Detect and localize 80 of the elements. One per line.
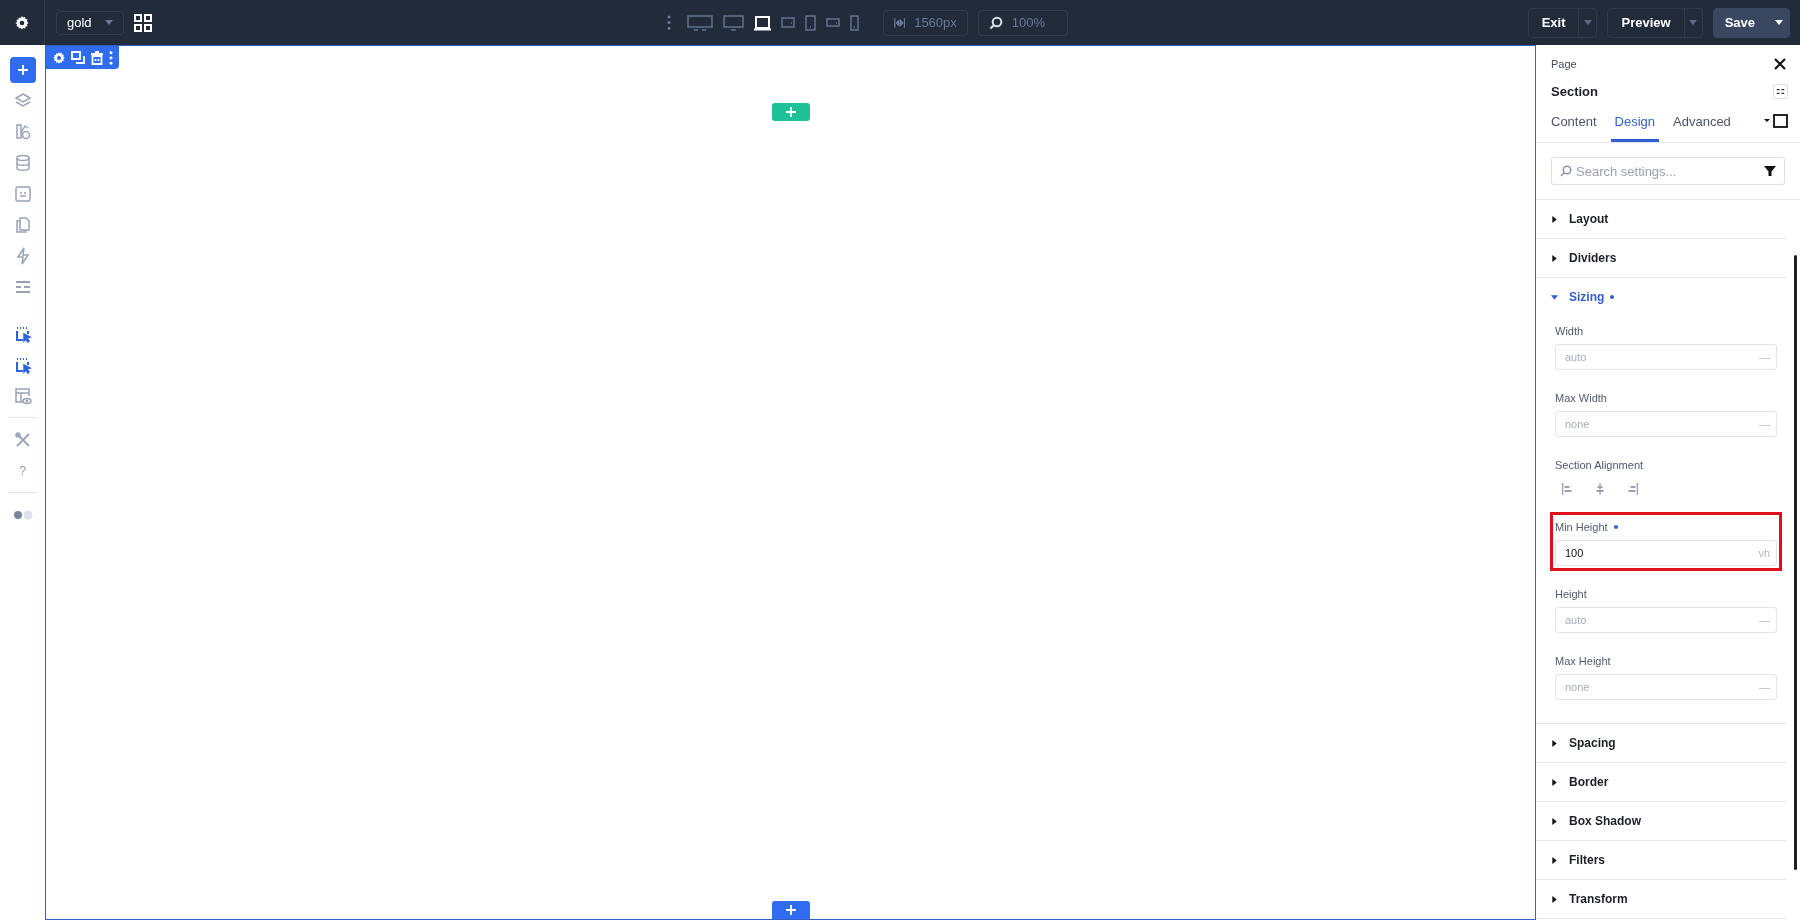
- breadcrumb[interactable]: Page: [1551, 58, 1577, 70]
- phone-icon[interactable]: [849, 14, 859, 31]
- layout-eye-icon[interactable]: [13, 386, 32, 405]
- search-icon: [988, 15, 1003, 30]
- caret-icon: [1583, 20, 1592, 25]
- filter-icon[interactable]: [1764, 165, 1776, 177]
- pages-icon[interactable]: [13, 215, 32, 234]
- duplicate-icon[interactable]: [71, 50, 85, 65]
- caret-icon: [1551, 778, 1558, 786]
- caret-icon: [1551, 856, 1558, 864]
- responsive-icon[interactable]: [1764, 114, 1788, 128]
- group-title: Spacing: [1569, 736, 1616, 750]
- input-field[interactable]: 100 vh: [1555, 540, 1777, 566]
- field-label: Min Height: [1555, 521, 1608, 533]
- tablet-landscape-icon[interactable]: [780, 14, 795, 31]
- trash-icon[interactable]: [90, 50, 104, 65]
- caret-icon: [1551, 739, 1558, 747]
- panel-tab[interactable]: Advanced: [1673, 108, 1731, 142]
- settings-group-toggle[interactable]: Box Shadow: [1536, 802, 1786, 840]
- laptop-icon[interactable]: [753, 14, 771, 31]
- group-title: Border: [1569, 775, 1609, 789]
- field-label: Max Width: [1555, 392, 1607, 404]
- theme-select[interactable]: gold: [56, 10, 124, 35]
- caret-icon: [1551, 215, 1558, 223]
- align-center-icon[interactable]: [1594, 483, 1606, 495]
- caret-icon: [1551, 895, 1558, 903]
- pointer-select-icon[interactable]: [13, 355, 32, 374]
- settings-group-toggle[interactable]: Transform: [1536, 880, 1786, 918]
- presets-icon[interactable]: [1773, 84, 1788, 99]
- panel-tab[interactable]: Content: [1551, 108, 1597, 142]
- caret-icon: [1551, 254, 1558, 262]
- field-label: Width: [1555, 325, 1584, 337]
- field-label: Section Alignment: [1555, 459, 1644, 471]
- database-icon[interactable]: [13, 153, 32, 172]
- add-button[interactable]: [9, 56, 36, 83]
- tablet-icon[interactable]: [804, 14, 816, 31]
- search-icon: [1560, 165, 1572, 177]
- caret-icon: [105, 20, 113, 25]
- caret-icon: [1551, 293, 1558, 301]
- field-label: Height: [1555, 588, 1587, 600]
- group-title: Box Shadow: [1569, 814, 1641, 828]
- group-title: Layout: [1569, 212, 1609, 226]
- wide-monitor-icon[interactable]: [686, 14, 713, 31]
- settings-group-toggle[interactable]: Layout: [1536, 200, 1786, 238]
- close-icon[interactable]: [1774, 58, 1786, 70]
- settings-group-toggle[interactable]: Spacing: [1536, 724, 1786, 762]
- layers-icon[interactable]: [13, 91, 32, 110]
- group-title: Transform: [1569, 892, 1628, 906]
- align-left-icon[interactable]: [1562, 483, 1574, 495]
- tools-icon[interactable]: [13, 430, 32, 449]
- settings-group-toggle[interactable]: Filters: [1536, 841, 1786, 879]
- settings-group-toggle[interactable]: Dividers: [1536, 239, 1786, 277]
- caret-icon: [1551, 817, 1558, 825]
- more-icon[interactable]: [666, 15, 671, 30]
- panel-title: Section: [1551, 84, 1598, 99]
- settings-icon[interactable]: [14, 14, 30, 31]
- settings-group-toggle[interactable]: Sizing: [1536, 278, 1786, 316]
- pointer-select-icon[interactable]: [13, 324, 32, 343]
- add-section-button[interactable]: [771, 901, 810, 919]
- shapes-icon[interactable]: [13, 122, 32, 141]
- group-title: Sizing: [1569, 290, 1605, 304]
- settings-group-toggle[interactable]: Border: [1536, 763, 1786, 801]
- group-title: Filters: [1569, 853, 1605, 867]
- toggle-icon[interactable]: [11, 508, 34, 521]
- more-icon[interactable]: [109, 50, 113, 65]
- grid-icon[interactable]: [134, 13, 152, 32]
- plus-icon: [785, 905, 796, 915]
- caret-icon: [1689, 20, 1698, 25]
- align-right-icon[interactable]: [1626, 483, 1638, 495]
- plus-icon: [16, 63, 29, 76]
- add-row-button[interactable]: [771, 103, 810, 121]
- width-arrows-icon: [893, 15, 906, 30]
- monitor-icon[interactable]: [722, 14, 744, 31]
- group-title: Dividers: [1569, 251, 1617, 265]
- panel-tab[interactable]: Design: [1610, 108, 1659, 142]
- caret-icon: [1774, 20, 1783, 25]
- scrollbar[interactable]: [1794, 255, 1797, 870]
- field-label: Max Height: [1555, 655, 1611, 667]
- form-icon[interactable]: [13, 184, 32, 203]
- plus-icon: [785, 107, 796, 117]
